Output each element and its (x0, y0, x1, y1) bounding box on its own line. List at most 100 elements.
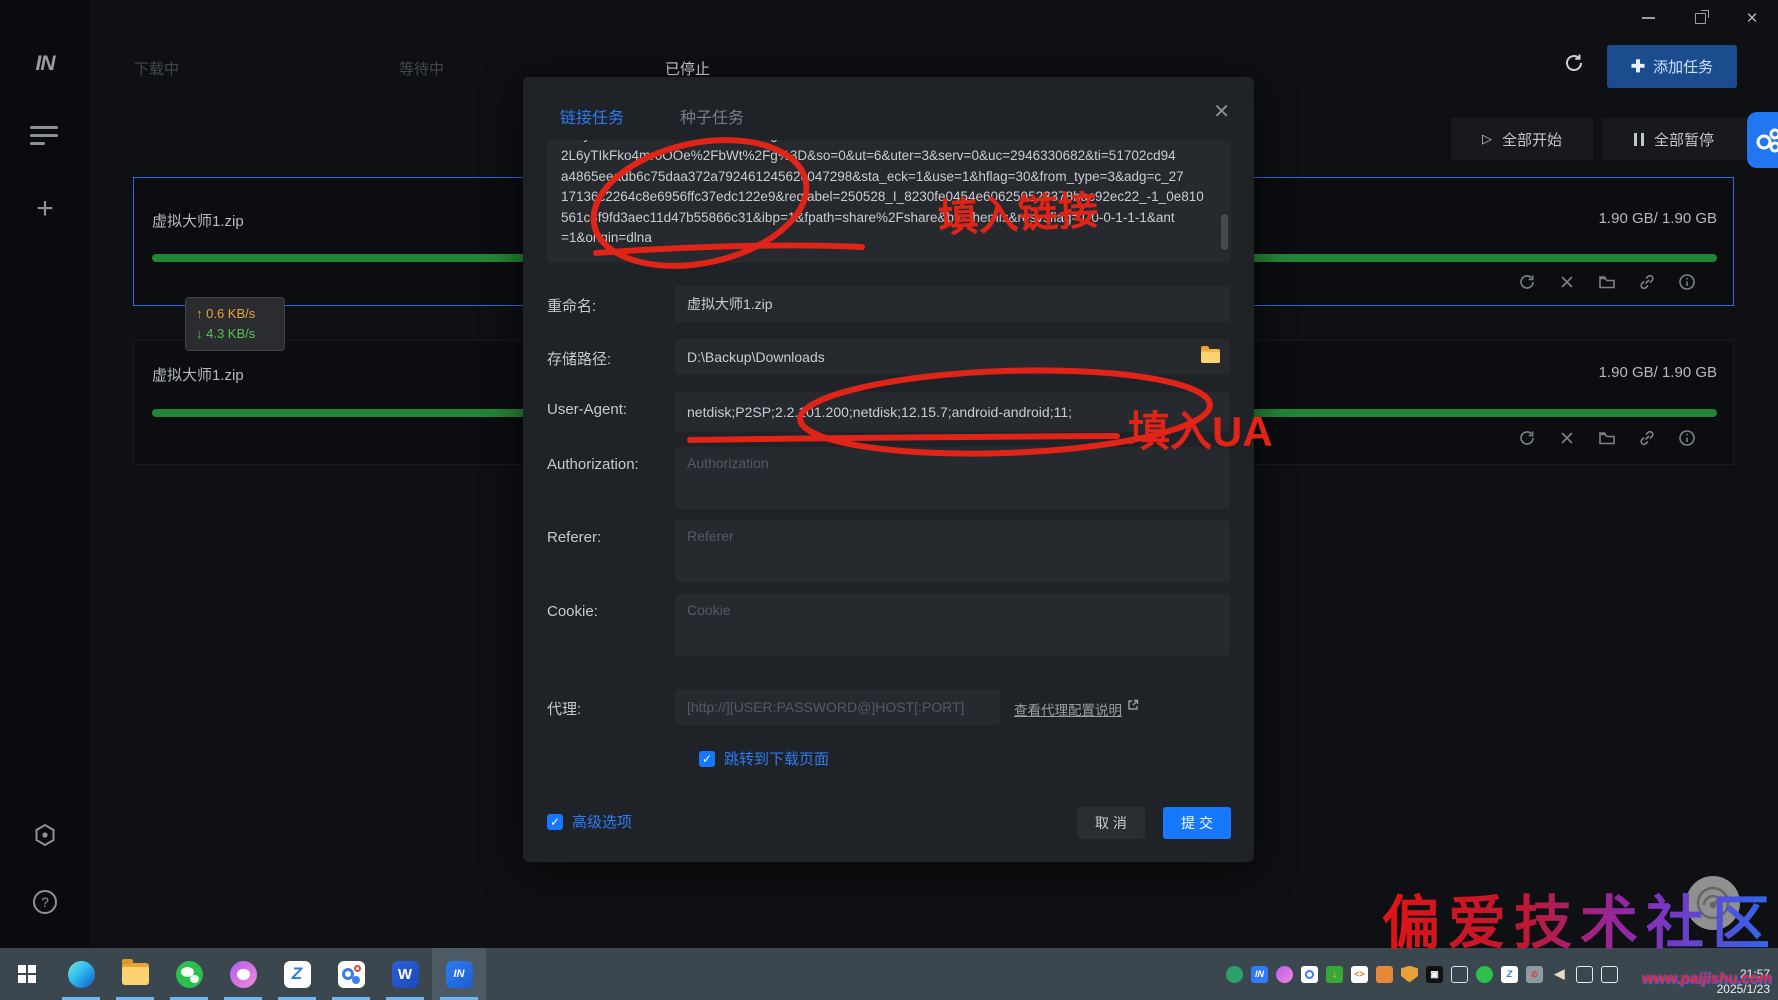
tray-cat-icon[interactable] (1276, 966, 1293, 983)
task-actions (1518, 273, 1696, 291)
taskbar-cloud-doc[interactable]: Z (270, 948, 324, 1000)
tab-torrent-task[interactable]: 种子任务 (680, 104, 744, 128)
open-folder-icon[interactable] (1598, 273, 1616, 291)
copy-link-icon[interactable] (1638, 429, 1656, 447)
tray-resolve-icon[interactable]: ▣ (1426, 966, 1443, 983)
tray-recorder-icon[interactable] (1226, 966, 1243, 983)
task-list-menu-icon[interactable] (30, 126, 60, 145)
plus-icon: ✚ (1631, 57, 1645, 77)
taskbar-cat-app[interactable] (216, 948, 270, 1000)
task-actions (1518, 429, 1696, 447)
info-icon[interactable] (1678, 429, 1696, 447)
settings-icon[interactable] (0, 822, 90, 848)
tray-network-icon[interactable] (1601, 966, 1618, 983)
browse-folder-icon[interactable] (1201, 349, 1220, 363)
taskbar-word[interactable]: W (378, 948, 432, 1000)
delete-icon[interactable] (1558, 429, 1576, 447)
rename-input[interactable] (675, 286, 1230, 322)
maximize-button[interactable] (1674, 0, 1726, 36)
open-folder-icon[interactable] (1598, 429, 1616, 447)
tray-stack-icon[interactable] (1451, 966, 1468, 983)
taskbar-file-explorer[interactable] (108, 948, 162, 1000)
tray-code-icon[interactable]: <> (1351, 966, 1368, 983)
cancel-button[interactable]: 取 消 (1077, 807, 1145, 839)
tray-volume-icon[interactable]: ◀ (1551, 966, 1568, 983)
copy-link-icon[interactable] (1638, 273, 1656, 291)
minimize-button[interactable] (1622, 0, 1674, 36)
cookie-input[interactable] (675, 594, 1230, 656)
start-all-button[interactable]: ▷ 全部开始 (1451, 118, 1593, 160)
cat-app-icon (230, 961, 257, 988)
gauge-icon (1693, 883, 1733, 923)
tab-link-task[interactable]: 链接任务 (560, 104, 624, 128)
proxy-help-link[interactable]: 查看代理配置说明 (1014, 689, 1139, 725)
add-task-dialog: 链接任务 种子任务 ✕ 2L6yTIkFko4mr0OOe%2FbWt%2Fg%… (523, 77, 1254, 862)
task-size: 1.90 GB/ 1.90 GB (1599, 364, 1717, 381)
tray-cloud-icon[interactable]: Z (1501, 966, 1518, 983)
proxy-label: 代理: (547, 689, 675, 725)
title-bar: × (90, 0, 1778, 36)
taskbar-circles-app[interactable] (324, 948, 378, 1000)
checkbox-checked-icon: ✓ (699, 751, 715, 767)
advanced-options-checkbox[interactable]: ✓ 高级选项 (547, 811, 632, 832)
help-icon[interactable]: ? (0, 890, 90, 914)
tab-downloading[interactable]: 下载中 (134, 58, 179, 79)
user-agent-input[interactable] (675, 392, 1230, 432)
tray-idm-icon[interactable]: ↓ (1326, 966, 1343, 983)
url-textarea[interactable]: 2L6yTIkFko4mr0OOe%2FbWt%2Fg%3D&so=0&ut=6… (547, 140, 1231, 263)
path-input[interactable] (675, 339, 1230, 375)
netdisk-plugin-button[interactable] (1747, 112, 1778, 168)
refresh-button[interactable] (1563, 52, 1585, 79)
authorization-label: Authorization: (547, 447, 675, 509)
dialog-close-icon[interactable]: ✕ (1213, 99, 1230, 124)
netdisk-icon (1754, 125, 1778, 155)
cloud-doc-icon: Z (284, 961, 311, 988)
speed-gauge-floating-button[interactable] (1686, 876, 1740, 930)
start-button[interactable] (0, 948, 54, 1000)
start-all-label: 全部开始 (1502, 129, 1562, 150)
authorization-input[interactable] (675, 447, 1230, 509)
redownload-icon[interactable] (1518, 429, 1536, 447)
tray-browser-icon[interactable] (1376, 966, 1393, 983)
wechat-icon (176, 961, 203, 988)
tab-waiting[interactable]: 等待中 (399, 58, 444, 79)
jump-to-download-checkbox[interactable]: ✓ 跳转到下载页面 (699, 748, 829, 769)
refresh-icon (1563, 52, 1585, 74)
submit-button[interactable]: 提 交 (1163, 807, 1231, 839)
pause-all-button[interactable]: 全部暂停 (1602, 118, 1746, 160)
in-app-icon: IN (446, 961, 473, 988)
redownload-icon[interactable] (1518, 273, 1536, 291)
app-window: × IN + ? 下载中 等待中 已停止 ✚ 添加任务 ▷ 全部开始 全部暂停 (0, 0, 1778, 1000)
tray-battery-icon[interactable] (1576, 966, 1593, 983)
proxy-help-label: 查看代理配置说明 (1014, 699, 1122, 719)
close-button[interactable]: × (1726, 0, 1778, 36)
proxy-input[interactable] (675, 689, 1000, 725)
info-icon[interactable] (1678, 273, 1696, 291)
task-name: 虚拟大师1.zip (152, 210, 244, 231)
tray-blocked-monitor-icon[interactable]: ⊘ (1526, 966, 1543, 983)
rename-label: 重命名: (547, 286, 675, 322)
jump-label: 跳转到下载页面 (724, 748, 829, 769)
referer-input[interactable] (675, 520, 1230, 582)
close-icon: × (1746, 9, 1757, 28)
taskbar-edge[interactable] (54, 948, 108, 1000)
tray-circles-icon[interactable] (1301, 966, 1318, 983)
tray-in-app-icon[interactable]: IN (1251, 966, 1268, 983)
taskbar-wechat[interactable] (162, 948, 216, 1000)
taskbar-clock[interactable]: 21:57 2025/1/23 (1717, 967, 1770, 997)
url-line: 561c3f9fd3aec11d47b55866c31&ibp=1&fpath=… (561, 208, 1217, 229)
add-task-button[interactable]: ✚ 添加任务 (1607, 45, 1737, 88)
external-link-icon (1127, 699, 1139, 711)
tray-shield-icon[interactable] (1401, 966, 1418, 983)
advanced-label: 高级选项 (572, 811, 632, 832)
tab-stopped[interactable]: 已停止 (665, 58, 710, 79)
user-agent-label: User-Agent: (547, 392, 675, 432)
url-scrollbar[interactable] (1221, 214, 1228, 250)
taskbar-download-manager[interactable]: IN (432, 948, 486, 1000)
add-icon[interactable]: + (0, 192, 90, 226)
task-size: 1.90 GB/ 1.90 GB (1599, 210, 1717, 227)
tray-wechat-icon[interactable] (1476, 966, 1493, 983)
cookie-label: Cookie: (547, 594, 675, 656)
minimize-icon (1642, 17, 1655, 19)
delete-icon[interactable] (1558, 273, 1576, 291)
